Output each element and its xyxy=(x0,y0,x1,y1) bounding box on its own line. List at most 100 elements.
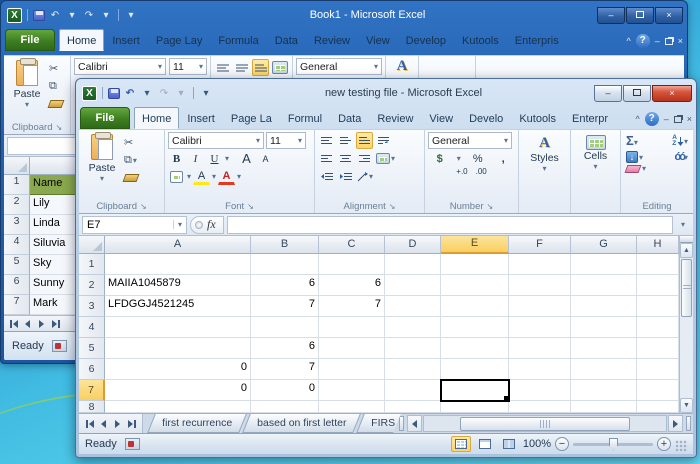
cell-a1[interactable] xyxy=(105,254,251,275)
wrap-text-button[interactable] xyxy=(375,132,392,149)
accounting-dropdown-icon[interactable]: ▾ xyxy=(457,154,461,163)
cell-f5[interactable] xyxy=(509,338,571,359)
cell-c5[interactable] xyxy=(319,338,385,359)
ribbon-tab-data[interactable]: Data xyxy=(330,107,369,129)
cell-h8[interactable] xyxy=(637,401,679,413)
cell-a3[interactable]: LFDGGJ4521245 xyxy=(105,296,251,317)
underline-button[interactable]: U xyxy=(206,150,223,167)
cell-e2[interactable] xyxy=(441,275,509,296)
redo-icon[interactable]: ↷ xyxy=(157,88,171,99)
select-all-corner[interactable] xyxy=(4,157,30,175)
split-box[interactable] xyxy=(680,236,693,243)
cell-c1[interactable] xyxy=(319,254,385,275)
ribbon-tab-formula[interactable]: Formula xyxy=(210,29,266,51)
horizontal-scrollbar[interactable] xyxy=(423,415,667,432)
decrease-indent-button[interactable] xyxy=(318,168,335,185)
workbook-close-icon[interactable]: × xyxy=(678,36,683,46)
worksheet-grid[interactable]: ABCDEFGH 12MAIIA1045879663LFDGGJ45212457… xyxy=(79,236,679,413)
paste-button[interactable]: Paste ▾ xyxy=(82,132,122,183)
copy-button[interactable]: ⧉▾ xyxy=(123,152,141,168)
font-name-combo[interactable]: Calibri▾ xyxy=(74,58,166,75)
cell-d8[interactable] xyxy=(385,401,441,413)
macro-record-icon[interactable] xyxy=(52,340,67,352)
accounting-format-button[interactable]: $ xyxy=(431,150,448,167)
column-header-b[interactable]: B xyxy=(251,236,319,254)
redo-dropdown-icon[interactable]: ▾ xyxy=(99,10,113,21)
scroll-up-icon[interactable]: ▲ xyxy=(680,243,693,258)
cell-d3[interactable] xyxy=(385,296,441,317)
formula-input[interactable] xyxy=(227,216,673,234)
border-dropdown-icon[interactable]: ▾ xyxy=(187,172,191,181)
prev-sheet-button[interactable] xyxy=(97,417,110,431)
cell-b8[interactable] xyxy=(251,401,319,413)
cell-d4[interactable] xyxy=(385,317,441,338)
fill-color-dropdown-icon[interactable]: ▾ xyxy=(212,172,216,181)
hscrollbar-thumb[interactable] xyxy=(460,417,630,431)
cell-g7[interactable] xyxy=(571,380,637,401)
ribbon-tab-enterpr[interactable]: Enterpr xyxy=(564,107,616,129)
shrink-font-button[interactable]: A xyxy=(257,150,274,167)
cell-e4[interactable] xyxy=(441,317,509,338)
workbook-restore-icon[interactable] xyxy=(674,116,682,123)
cell-f3[interactable] xyxy=(509,296,571,317)
row-header[interactable]: 3 xyxy=(4,215,30,235)
cell-c3[interactable]: 7 xyxy=(319,296,385,317)
cell-d7[interactable] xyxy=(385,380,441,401)
help-icon[interactable]: ? xyxy=(636,34,650,48)
normal-view-button[interactable] xyxy=(451,436,471,452)
font-size-combo[interactable]: 11▾ xyxy=(266,132,306,149)
cell-d6[interactable] xyxy=(385,359,441,380)
ribbon-tab-kutools[interactable]: Kutools xyxy=(454,29,507,51)
cell-d1[interactable] xyxy=(385,254,441,275)
maximize-button[interactable] xyxy=(626,7,654,24)
zoom-out-button[interactable]: − xyxy=(555,437,569,451)
column-header-a[interactable]: A xyxy=(105,236,251,254)
undo-icon[interactable]: ↶ xyxy=(123,88,137,99)
dialog-launcher-icon[interactable]: ↘ xyxy=(55,123,62,132)
restore-button[interactable] xyxy=(623,85,651,102)
middle-align-button[interactable] xyxy=(337,132,354,149)
copy-button[interactable]: ⧉ xyxy=(48,78,66,94)
cell-h3[interactable] xyxy=(637,296,679,317)
merge-center-button[interactable] xyxy=(271,59,289,76)
format-painter-button[interactable] xyxy=(123,170,141,186)
column-header-e[interactable]: E xyxy=(441,236,509,254)
align-center-button[interactable] xyxy=(337,150,354,167)
ribbon-tab-data[interactable]: Data xyxy=(267,29,306,51)
workbook-minimize-icon[interactable]: – xyxy=(655,36,660,46)
zoom-level[interactable]: 100% xyxy=(523,438,551,450)
cell-e6[interactable] xyxy=(441,359,509,380)
column-header-c[interactable]: C xyxy=(319,236,385,254)
cell-c4[interactable] xyxy=(319,317,385,338)
cell-e3[interactable] xyxy=(441,296,509,317)
cell-g5[interactable] xyxy=(571,338,637,359)
scrollbar-split-handle[interactable] xyxy=(686,416,691,431)
dialog-launcher-icon[interactable]: ↘ xyxy=(487,202,494,211)
ribbon-tab-home[interactable]: Home xyxy=(134,107,179,129)
ribbon-tab-page-lay[interactable]: Page Lay xyxy=(148,29,210,51)
row-header[interactable]: 5 xyxy=(4,255,30,275)
cells-button[interactable]: Cells ▾ xyxy=(574,132,617,171)
cell-e1[interactable] xyxy=(441,254,509,275)
cell-d2[interactable] xyxy=(385,275,441,296)
paste-button[interactable]: Paste ▾ xyxy=(7,58,47,109)
row-header-8[interactable]: 8 xyxy=(79,401,105,413)
macro-record-icon[interactable] xyxy=(125,438,140,450)
fill-color-button[interactable]: A xyxy=(193,168,210,185)
merge-center-button[interactable]: ▾ xyxy=(375,150,396,167)
ribbon-tab-develop[interactable]: Develop xyxy=(398,29,454,51)
increase-decimal-button[interactable]: +.0 xyxy=(456,168,467,176)
workbook-close-icon[interactable]: × xyxy=(687,114,692,124)
cell-g2[interactable] xyxy=(571,275,637,296)
cell-g8[interactable] xyxy=(571,401,637,413)
number-format-combo[interactable]: General▾ xyxy=(428,132,512,149)
cell-h7[interactable] xyxy=(637,380,679,401)
cell-d5[interactable] xyxy=(385,338,441,359)
cell-g3[interactable] xyxy=(571,296,637,317)
save-icon[interactable] xyxy=(33,10,45,21)
row-header[interactable]: 7 xyxy=(4,295,30,315)
top-align-button[interactable] xyxy=(318,132,335,149)
bold-button[interactable]: B xyxy=(168,150,185,167)
front-excel-window[interactable]: X ↶▾ ↷▾ ▾ new testing file - Microsoft E… xyxy=(75,78,697,458)
sheet-tab-first-recurrence[interactable]: first recurrence xyxy=(147,414,247,433)
